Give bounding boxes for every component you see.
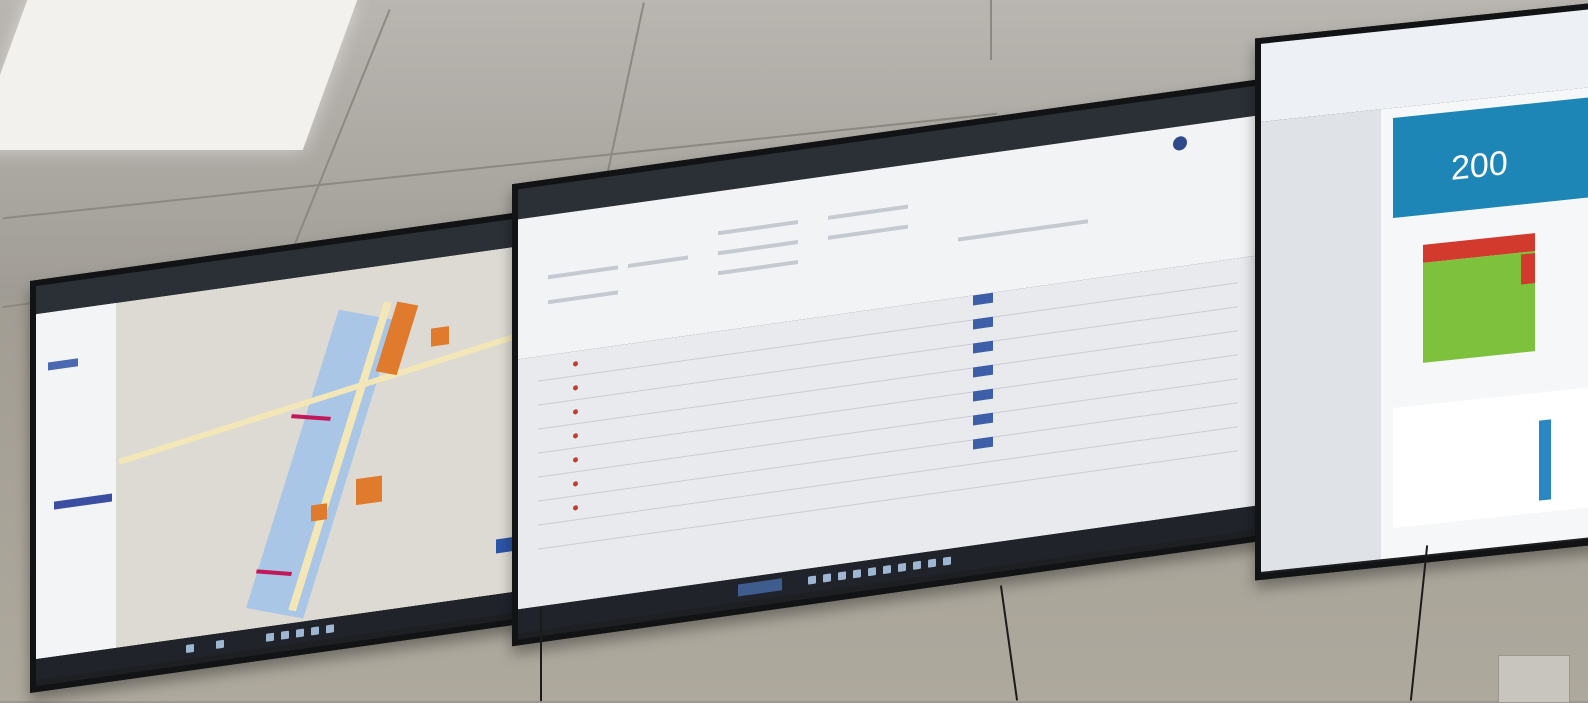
taskbar-app-icon[interactable] xyxy=(853,569,861,579)
chart-bar-alert xyxy=(1521,253,1535,285)
record-badge[interactable] xyxy=(973,388,993,402)
kpi-card: 200 xyxy=(1393,95,1588,218)
record-badge[interactable] xyxy=(973,340,993,354)
taskbar-app-icon[interactable] xyxy=(281,630,289,640)
record-badge[interactable] xyxy=(973,436,993,450)
map-view[interactable] xyxy=(36,243,536,660)
status-dot xyxy=(573,432,578,439)
taskbar-app-icon[interactable] xyxy=(898,562,906,572)
taskbar-app-icon[interactable] xyxy=(868,567,876,577)
status-dot xyxy=(573,456,578,463)
profile-icon[interactable] xyxy=(1173,135,1187,152)
map-building xyxy=(356,475,382,506)
taskbar-app-icon[interactable] xyxy=(186,643,194,654)
map-building xyxy=(311,503,327,522)
navigation-pane xyxy=(1261,109,1381,572)
filter-option[interactable] xyxy=(718,260,798,276)
status-dot xyxy=(573,480,578,487)
taskbar-app-icon[interactable] xyxy=(266,632,274,642)
table-row[interactable] xyxy=(538,378,1238,478)
taskbar-active-app[interactable] xyxy=(738,578,782,597)
filter-option[interactable] xyxy=(628,255,688,268)
filter-option[interactable] xyxy=(958,219,1088,242)
lower-chart-bar xyxy=(1539,419,1551,501)
control-room-scene: 200 xyxy=(0,0,1588,703)
ceiling-tile-line xyxy=(990,0,992,60)
table-row[interactable] xyxy=(538,354,1238,454)
taskbar-app-icon[interactable] xyxy=(913,560,921,570)
filter-option[interactable] xyxy=(718,220,798,236)
cable xyxy=(540,608,542,701)
record-badge[interactable] xyxy=(973,364,993,378)
map-sidebar[interactable] xyxy=(36,302,116,660)
filter-option[interactable] xyxy=(548,265,618,280)
filter-option[interactable] xyxy=(548,290,618,305)
status-dot xyxy=(573,408,578,415)
status-dot xyxy=(573,504,578,511)
lower-chart xyxy=(1393,385,1588,528)
kpi-value: 200 xyxy=(1451,143,1508,188)
filter-option[interactable] xyxy=(828,224,908,240)
stacked-bar-chart xyxy=(1393,214,1588,386)
status-dot xyxy=(573,360,578,367)
table-row[interactable] xyxy=(538,426,1238,526)
map-sidebar-item[interactable] xyxy=(54,493,112,510)
taskbar-app-icon[interactable] xyxy=(943,556,951,566)
record-badge[interactable] xyxy=(973,316,993,330)
left-monitor xyxy=(30,209,542,693)
taskbar-app-icon[interactable] xyxy=(823,573,831,583)
taskbar-app-icon[interactable] xyxy=(296,628,304,638)
map-building xyxy=(431,326,449,347)
taskbar-app-icon[interactable] xyxy=(216,639,224,649)
table-row[interactable] xyxy=(538,402,1238,502)
taskbar-app-icon[interactable] xyxy=(928,558,936,568)
filter-option[interactable] xyxy=(718,240,798,256)
taskbar-app-icon[interactable] xyxy=(326,624,334,634)
taskbar-app-icon[interactable] xyxy=(883,564,891,575)
taskbar-app-icon[interactable] xyxy=(311,626,319,636)
report-canvas: 200 xyxy=(1381,86,1588,560)
map-sidebar-item[interactable] xyxy=(48,358,78,371)
filter-option[interactable] xyxy=(828,204,908,220)
record-badge[interactable] xyxy=(973,292,993,306)
right-monitor: 200 xyxy=(1255,1,1588,581)
ceiling-light xyxy=(0,0,358,150)
chart-bar-ok xyxy=(1423,251,1535,363)
table-row[interactable] xyxy=(538,330,1238,430)
wall-outlet xyxy=(1498,655,1570,703)
status-dot xyxy=(573,384,578,391)
taskbar-app-icon[interactable] xyxy=(838,571,846,581)
taskbar-app-icon[interactable] xyxy=(808,575,816,585)
record-badge[interactable] xyxy=(973,412,993,426)
